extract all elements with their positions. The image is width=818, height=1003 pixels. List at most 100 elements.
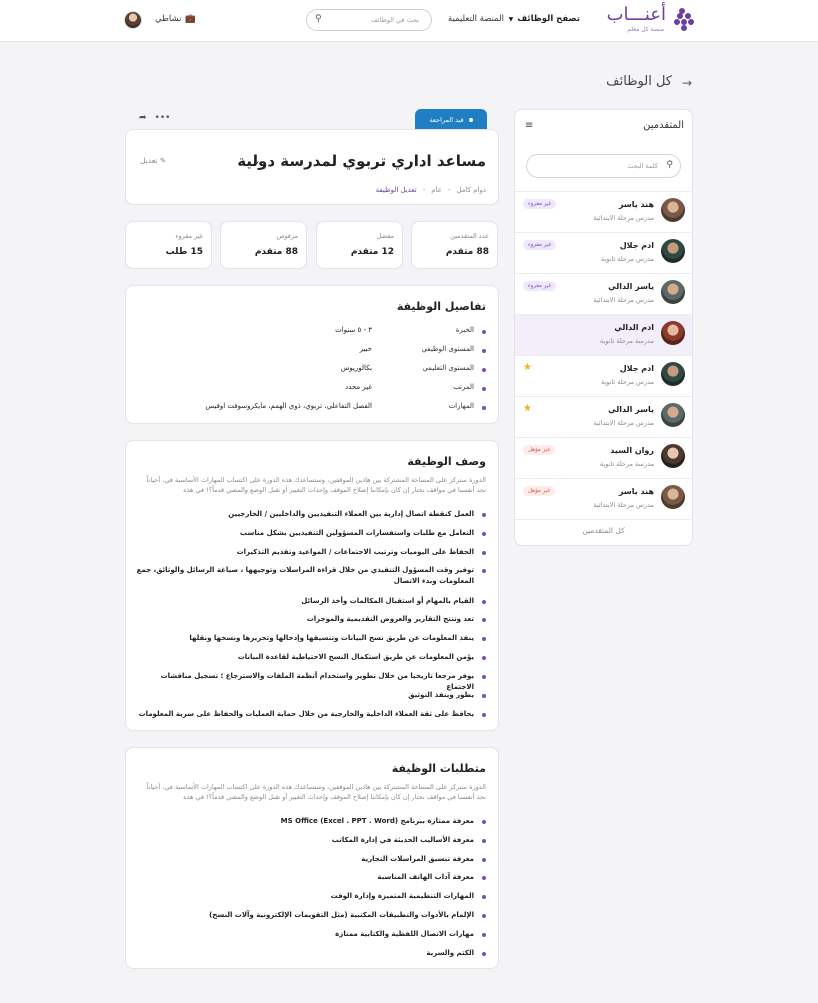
stat-label: غير مقروء	[175, 232, 203, 240]
bullet-icon	[482, 600, 486, 604]
detail-value: ٣ - ٥ سنوات	[335, 326, 372, 334]
detail-row: المرتب غير محدد	[136, 383, 486, 397]
logo[interactable]: أعنـــاب منصة كل معلم	[598, 4, 694, 36]
applicant-row[interactable]: هند ياسر مدرس مرحلة الابتدائية غير مقروء	[515, 191, 692, 232]
stat-unread[interactable]: غير مقروء 15 طلب	[125, 221, 212, 269]
edit-button[interactable]: ✎ تعديل	[140, 156, 166, 165]
detail-value: خبير	[359, 345, 372, 353]
requirement-item: معرفة تنسيق المراسلات التجارية	[136, 854, 486, 865]
bullet-icon	[482, 330, 486, 334]
bullet-icon	[482, 713, 486, 717]
meta-separator: -	[447, 186, 451, 194]
item-text: القيام بالمهام أو استقبال المكالمات وأخذ…	[301, 597, 474, 605]
all-applicants-link[interactable]: كل المتقدمين	[515, 526, 692, 535]
applicant-name: ادم جلال	[619, 241, 654, 250]
applicant-row[interactable]: ادم جلال مدرس مرحلة ثانوية غير مقروء	[515, 232, 692, 273]
nav-browse-label: تصفح الوظائف	[517, 14, 580, 24]
back-arrow-icon[interactable]: →	[682, 76, 692, 90]
list-menu-icon[interactable]: ≡	[525, 120, 533, 131]
applicant-role: مدرس مرحلة الابتدائية	[593, 214, 654, 222]
stat-total-applicants[interactable]: عدد المتقدمين 88 متقدم	[411, 221, 498, 269]
applicant-name: هند ياسر	[618, 487, 654, 496]
applicants-title: المتقدمين	[643, 120, 684, 131]
requirement-item: معرفة آداب الهاتف المناسبة	[136, 872, 486, 883]
bullet-icon	[482, 532, 486, 536]
stat-value: 15 طلب	[165, 247, 203, 257]
more-icon[interactable]: •••	[155, 113, 171, 123]
my-activity-label: نشاطي	[155, 14, 182, 24]
stat-rejected[interactable]: مرفوض 88 متقدم	[220, 221, 307, 269]
bullet-icon	[482, 618, 486, 622]
applicant-row[interactable]: ادم جلال مدرس مرحلة ثانوية ★	[515, 355, 692, 396]
status-label: قيد المراجعة	[429, 115, 464, 124]
nav-browse-jobs[interactable]: تصفح الوظائف ▼	[509, 14, 580, 24]
page-title: كل الوظائف	[606, 74, 672, 89]
item-text: تعد وتنتج التقارير والعروض التقديمية وال…	[306, 615, 474, 623]
share-icon[interactable]: ➦	[139, 113, 147, 123]
detail-value: غير محدد	[345, 383, 372, 391]
item-text: توفير وقت المسؤول التنفيذي من خلال قراءة…	[136, 566, 474, 585]
search-icon: ⚲	[315, 14, 322, 24]
jobs-search-input[interactable]: بحث في الوظائف ⚲	[306, 9, 432, 31]
applicants-search-placeholder: كلمة البحث	[627, 162, 658, 170]
status-tab[interactable]: قيد المراجعة	[415, 109, 487, 130]
stat-label: مفضل	[376, 232, 394, 240]
applicant-role: مدرس مرحلة الابتدائية	[593, 501, 654, 509]
detail-row: المستوى الوظيفي خبير	[136, 345, 486, 359]
bullet-icon	[482, 952, 486, 956]
applicant-role: مدرس مرحلة ثانوية	[600, 255, 654, 263]
applicant-avatar	[661, 280, 685, 304]
bullet-icon	[482, 876, 486, 880]
description-intro: الدورة ستركز على المساحة المشتركة بين ها…	[146, 476, 486, 494]
detail-key: المرتب	[453, 383, 474, 391]
bullet-icon	[482, 406, 486, 410]
applicant-row[interactable]: ياسر الدالي مدرس مرحلة الابتدائية غير مق…	[515, 273, 692, 314]
item-text: يحافظ على ثقة العملاء الداخلية والخارجية…	[138, 710, 474, 718]
detail-row: المستوى التعليمي بكالوريوس	[136, 364, 486, 378]
job-header-card: مساعد اداري تربوي لمدرسة دولية ⌄ ✎ تعديل…	[125, 129, 499, 205]
status-dot-icon	[468, 117, 473, 122]
bullet-icon	[482, 675, 486, 679]
detail-row: المهارات الفصل التفاعلي، تربوي، ذوي الهم…	[136, 402, 486, 416]
detail-key: المستوى التعليمي	[422, 364, 474, 372]
chevron-down-icon[interactable]: ⌄	[252, 154, 261, 167]
search-placeholder: بحث في الوظائف	[371, 16, 419, 24]
item-text: الحفاظ على اليوميات وترتيب الاجتماعات / …	[236, 548, 474, 556]
item-text: العمل كنقطة اتصال إدارية بين العملاء الت…	[228, 510, 474, 518]
description-title: وصف الوظيفة	[407, 455, 486, 468]
job-meta: دوام كامل - عام - تعديل الوظيفة	[376, 186, 486, 194]
applicant-avatar	[661, 362, 685, 386]
applicant-name: هند ياسر	[618, 200, 654, 209]
applicant-name: ادم الدالي	[614, 323, 654, 332]
applicant-row[interactable]: ياسر الدالي مدرس مرحلة الابتدائية ★	[515, 396, 692, 437]
user-avatar[interactable]	[124, 11, 142, 29]
applicant-row-selected[interactable]: ادم الدالي مدرسة مرحلة ثانوية	[515, 314, 692, 355]
detail-key: المستوى الوظيفي	[421, 345, 474, 353]
search-icon: ⚲	[666, 160, 673, 170]
description-item: التعامل مع طلبات واستفسارات المسؤولين ال…	[136, 528, 486, 539]
nav-edu-platform[interactable]: المنصة التعليمية	[448, 14, 504, 24]
description-item: يحافظ على ثقة العملاء الداخلية والخارجية…	[136, 709, 486, 720]
item-text: الإلمام بالأدوات والتطبيقات المكتبية (مث…	[209, 911, 474, 919]
applicant-name: روان السيد	[610, 446, 654, 455]
favorite-star-icon[interactable]: ★	[523, 362, 532, 373]
edit-job-link[interactable]: تعديل الوظيفة	[376, 186, 417, 194]
applicant-role: مدرس مرحلة الابتدائية	[593, 296, 654, 304]
job-description-card: وصف الوظيفة الدورة ستركز على المساحة الم…	[125, 440, 499, 731]
applicant-name: ادم جلال	[619, 364, 654, 373]
details-title: تفاصيل الوظيفة	[396, 300, 486, 313]
bullet-icon	[482, 933, 486, 937]
applicant-row[interactable]: روان السيد مدرسة مرحلة ثانوية غير مؤهل	[515, 437, 692, 478]
applicant-row[interactable]: هند ياسر مدرس مرحلة الابتدائية غير مؤهل	[515, 478, 692, 519]
stat-favorites[interactable]: مفضل 12 متقدم	[316, 221, 403, 269]
favorite-star-icon[interactable]: ★	[523, 403, 532, 414]
stat-label: مرفوض	[276, 232, 298, 240]
bullet-icon	[482, 637, 486, 641]
item-text: معرفة آداب الهاتف المناسبة	[377, 873, 474, 881]
my-activity-link[interactable]: 💼 نشاطي	[155, 14, 196, 24]
applicants-search-input[interactable]: ⚲ كلمة البحث	[526, 154, 681, 178]
item-text: الكتم والسرية	[426, 949, 474, 957]
requirement-item: الكتم والسرية	[136, 948, 486, 959]
description-item: تعد وتنتج التقارير والعروض التقديمية وال…	[136, 614, 486, 625]
applicant-name: ياسر الدالي	[608, 405, 654, 414]
